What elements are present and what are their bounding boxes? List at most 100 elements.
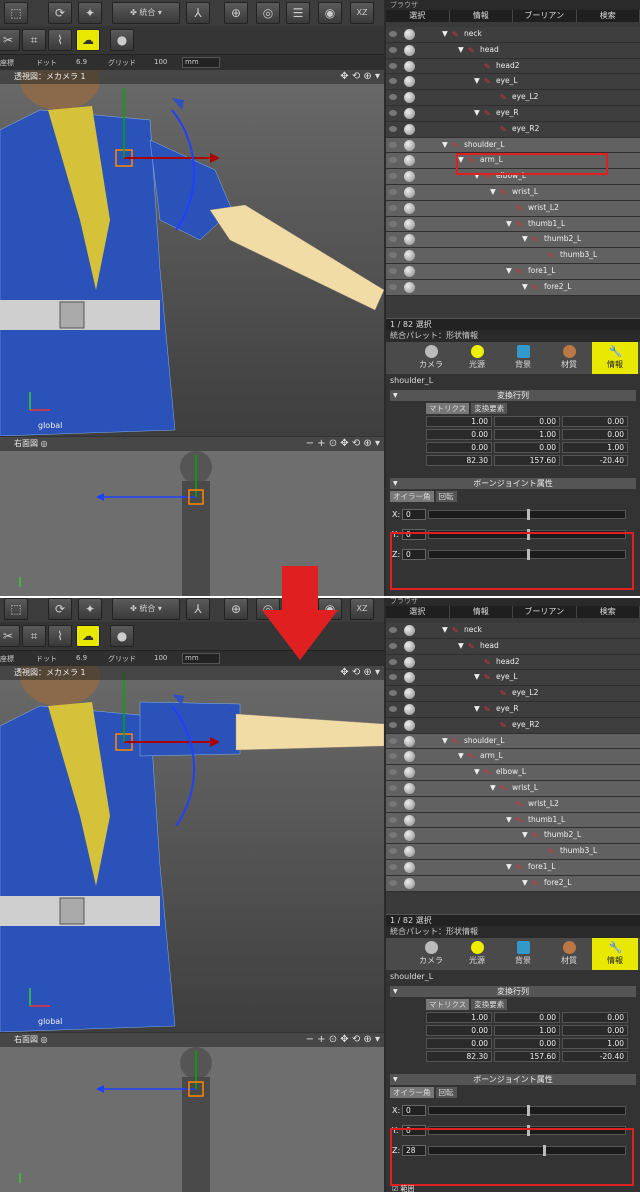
list-icon[interactable]: ☰	[286, 2, 310, 24]
eye-icon[interactable]	[389, 785, 397, 791]
tab-matrix[interactable]: マトリクス	[426, 999, 469, 1010]
lock-dot-icon[interactable]	[404, 61, 415, 72]
lock-dot-icon[interactable]	[404, 219, 415, 230]
tree-row[interactable]: ▼✎thumb1_L	[386, 217, 640, 233]
perspective-viewport[interactable]: 透視図：メカメラ 1✥ ⟲ ⊕ ▾ global	[0, 70, 384, 436]
rotate-view-icon[interactable]: ⟳	[48, 598, 72, 620]
euler-x-input[interactable]: 0	[402, 509, 426, 520]
tree-row[interactable]: ▼✎thumb1_L	[386, 813, 640, 829]
matrix-cell[interactable]: -20.40	[562, 1051, 628, 1062]
eye-icon[interactable]	[389, 205, 397, 211]
expand-icon[interactable]: ▼	[458, 45, 464, 54]
eye-icon[interactable]	[389, 252, 397, 258]
lock-dot-icon[interactable]	[404, 140, 415, 151]
expand-icon[interactable]: ▼	[458, 641, 464, 650]
matrix-section-header[interactable]: 変換行列	[390, 986, 636, 997]
eye-icon[interactable]	[389, 659, 397, 665]
tree-row[interactable]: ▼✎fore1_L	[386, 264, 640, 280]
lock-dot-icon[interactable]	[404, 625, 415, 636]
light-tab[interactable]: 光源	[454, 938, 500, 970]
tab-select[interactable]: 選択	[386, 606, 450, 618]
tool-icon[interactable]: ✦	[78, 2, 102, 24]
lock-dot-icon[interactable]	[404, 862, 415, 873]
eye-icon[interactable]	[389, 769, 397, 775]
right-viewport[interactable]: 右面図 ◎− + ⊙ ✥ ⟲ ⊕ ▾	[0, 1033, 384, 1192]
tree-row[interactable]: ▼✎neck	[386, 623, 640, 639]
matrix-cell[interactable]: 0.00	[494, 1012, 560, 1023]
lock-dot-icon[interactable]	[404, 282, 415, 293]
view-control-icons[interactable]: ✥ ⟲ ⊕ ▾	[340, 70, 380, 84]
matrix-cell[interactable]: 0.00	[494, 1038, 560, 1049]
eye-icon[interactable]	[389, 110, 397, 116]
lock-dot-icon[interactable]	[404, 830, 415, 841]
matrix-cell[interactable]: 0.00	[562, 416, 628, 427]
eye-icon[interactable]	[389, 627, 397, 633]
camera-tab[interactable]: カメラ	[408, 938, 454, 970]
lasso-icon[interactable]: ⌇	[48, 29, 72, 51]
lock-dot-icon[interactable]	[404, 171, 415, 182]
eye-icon[interactable]	[389, 864, 397, 870]
lock-dot-icon[interactable]	[404, 203, 415, 214]
lock-dot-icon[interactable]	[404, 672, 415, 683]
eye-icon[interactable]	[389, 832, 397, 838]
eye-icon[interactable]	[389, 221, 397, 227]
matrix-cell[interactable]: 0.00	[426, 1038, 492, 1049]
expand-icon[interactable]: ▼	[506, 219, 512, 228]
tree-row[interactable]: ▼✎shoulder_L	[386, 734, 640, 750]
tree-row[interactable]: ✎wrist_L2	[386, 797, 640, 813]
matrix-cell[interactable]: 1.00	[426, 416, 492, 427]
bone-section-header[interactable]: ボーンジョイント属性	[390, 478, 636, 489]
lock-dot-icon[interactable]	[404, 92, 415, 103]
bone-section-header[interactable]: ボーンジョイント属性	[390, 1074, 636, 1085]
background-tab[interactable]: 背景	[500, 938, 546, 970]
info-tab[interactable]: 🔧情報	[592, 938, 638, 970]
matrix-cell[interactable]: 1.00	[562, 1038, 628, 1049]
matrix-section-header[interactable]: 変換行列	[390, 390, 636, 401]
matrix-cell[interactable]: 0.00	[494, 442, 560, 453]
lock-dot-icon[interactable]	[404, 783, 415, 794]
unit-select[interactable]: mm	[182, 653, 220, 664]
expand-icon[interactable]: ▼	[442, 625, 448, 634]
lock-dot-icon[interactable]	[404, 704, 415, 715]
expand-icon[interactable]: ▼	[506, 862, 512, 871]
tab-boolean[interactable]: ブーリアン	[513, 10, 577, 22]
expand-icon[interactable]: ▼	[474, 108, 480, 117]
eye-icon[interactable]	[389, 94, 397, 100]
select-rect-icon[interactable]: ⬚	[4, 598, 28, 620]
lasso-icon[interactable]: ⌇	[48, 625, 72, 647]
expand-icon[interactable]: ▼	[474, 767, 480, 776]
lock-dot-icon[interactable]	[404, 187, 415, 198]
perspective-viewport[interactable]: 透視図：メカメラ 1✥ ⟲ ⊕ ▾ global	[0, 666, 384, 1032]
expand-icon[interactable]: ▼	[442, 736, 448, 745]
tree-row[interactable]: ▼✎arm_L	[386, 749, 640, 765]
magic-cloud-icon[interactable]: ☁	[76, 625, 100, 647]
view-control-icons[interactable]: − + ⊙ ✥ ⟲ ⊕ ▾	[306, 1033, 380, 1047]
scene-tree[interactable]: ▼✎neck▼✎head✎head2▼✎eye_L✎eye_L2▼✎eye_R✎…	[386, 618, 640, 914]
shading-sphere-icon[interactable]: ●	[110, 29, 134, 51]
tree-row[interactable]: ▼✎eye_R	[386, 702, 640, 718]
expand-icon[interactable]: ▼	[506, 815, 512, 824]
lock-dot-icon[interactable]	[404, 751, 415, 762]
expand-icon[interactable]: ▼	[506, 266, 512, 275]
matrix-cell[interactable]: 0.00	[494, 416, 560, 427]
background-tab[interactable]: 背景	[500, 342, 546, 374]
tree-row[interactable]: ✎eye_L2	[386, 90, 640, 106]
lock-dot-icon[interactable]	[404, 250, 415, 261]
tree-row[interactable]: ▼✎shoulder_L	[386, 138, 640, 154]
shading-sphere-icon[interactable]: ●	[110, 625, 134, 647]
matrix-cell[interactable]: 0.00	[426, 1025, 492, 1036]
lock-dot-icon[interactable]	[404, 815, 415, 826]
view-control-icons[interactable]: − + ⊙ ✥ ⟲ ⊕ ▾	[306, 437, 380, 451]
material-tab[interactable]: 材質	[546, 342, 592, 374]
expand-icon[interactable]: ▼	[474, 704, 480, 713]
unit-select[interactable]: mm	[182, 57, 220, 68]
tab-euler[interactable]: オイラー角	[390, 1087, 434, 1098]
magic-cloud-icon[interactable]: ☁	[76, 29, 100, 51]
tab-search[interactable]: 検索	[577, 10, 640, 22]
matrix-cell[interactable]: 0.00	[562, 429, 628, 440]
tree-row[interactable]: ✎head2	[386, 655, 640, 671]
matrix-cell[interactable]: 157.60	[494, 1051, 560, 1062]
tab-rotation[interactable]: 回転	[436, 1087, 457, 1098]
eye-icon[interactable]	[389, 157, 397, 163]
tree-row[interactable]: ▼✎wrist_L	[386, 185, 640, 201]
